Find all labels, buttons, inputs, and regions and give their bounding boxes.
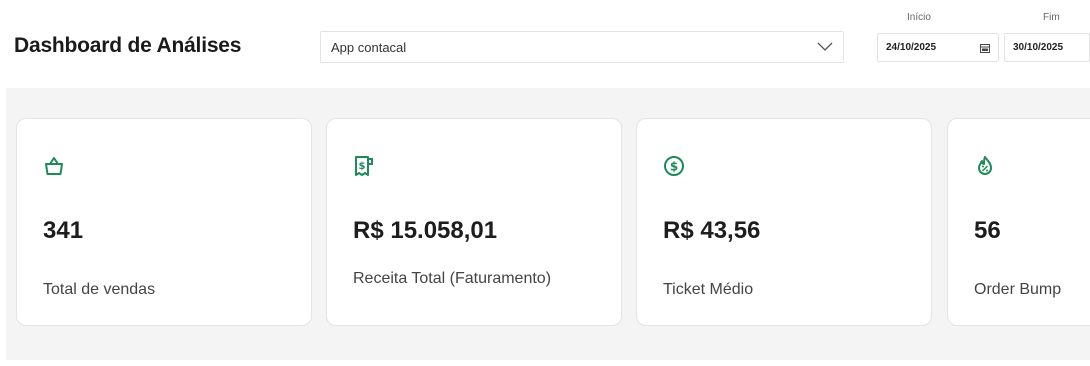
metric-label: Order Bump [974,281,1062,298]
svg-text:$: $ [670,160,678,174]
app-select-value: App contacal [331,39,407,55]
start-date-value: 24/10/2025 [886,42,937,53]
metric-value: 341 [43,217,84,244]
basket-icon [45,157,63,175]
metric-card-receita-total: $ R$ 15.058,01 Receita Total (Faturament… [326,118,622,326]
app-select[interactable]: App contacal [320,31,844,63]
metric-label: Receita Total (Faturamento) [353,270,552,287]
start-date-input[interactable]: 24/10/2025 [877,33,999,62]
metric-card-total-vendas: 341 Total de vendas [16,118,312,326]
end-date-input[interactable]: 30/10/2025 [1004,33,1090,62]
svg-text:$: $ [359,161,366,172]
calendar-icon[interactable] [980,43,990,53]
metric-value: 56 [974,217,1001,244]
metric-card-order-bump: 56 Order Bump [947,118,1090,326]
metric-label: Total de vendas [43,281,156,298]
metric-label: Ticket Médio [663,281,754,298]
metric-card-ticket-medio: $ R$ 43,56 Ticket Médio [636,118,932,326]
end-date-label: Fim [1043,12,1060,23]
dollar-circle-icon: $ [664,156,684,176]
chevron-down-icon [817,42,833,51]
metrics-area: 341 Total de vendas $ R$ 15.058,01 Recei… [6,88,1090,360]
header: Dashboard de Análises App contacal Iníci… [0,0,1090,88]
start-date-label: Início [907,12,931,23]
order-bump-icon [978,156,992,175]
metric-value: R$ 15.058,01 [353,217,498,244]
receipt-dollar-icon: $ [355,156,373,176]
end-date-value: 30/10/2025 [1013,42,1064,53]
page-title: Dashboard de Análises [14,34,242,57]
metric-value: R$ 43,56 [663,217,761,244]
